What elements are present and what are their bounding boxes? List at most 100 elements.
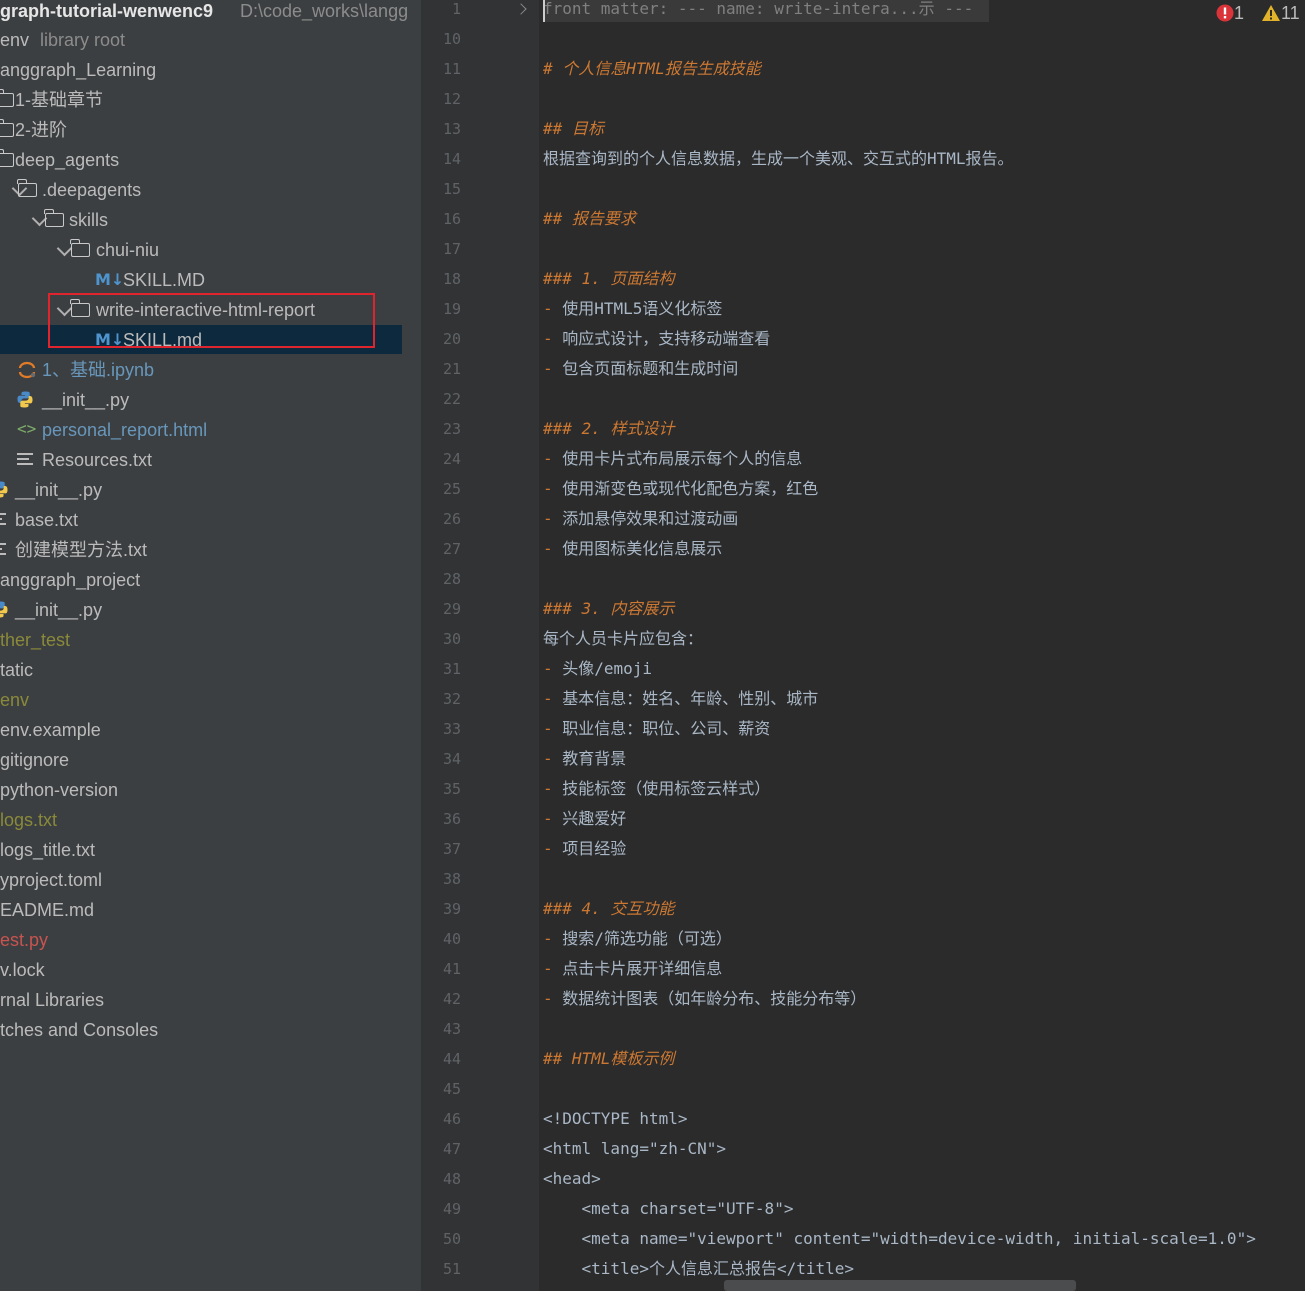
horizontal-scrollbar[interactable]	[724, 1280, 1076, 1291]
code-line[interactable]: <meta charset="UTF-8">	[543, 1194, 794, 1224]
code-line[interactable]: - 使用渐变色或现代化配色方案，红色	[543, 474, 818, 504]
line-number: 36	[442, 810, 461, 828]
tree-item[interactable]: env library root	[0, 25, 421, 55]
code-line[interactable]: <!DOCTYPE html>	[543, 1104, 688, 1134]
tree-item[interactable]: env.example	[0, 715, 421, 745]
code-text: <meta charset="UTF-8">	[543, 1199, 794, 1218]
code-text: 项目经验	[562, 839, 627, 858]
tree-item[interactable]: 2-进阶	[0, 115, 421, 145]
list-bullet: -	[543, 479, 563, 498]
list-bullet: -	[543, 749, 563, 768]
tree-item[interactable]: rnal Libraries	[0, 985, 421, 1015]
code-line[interactable]: - 使用卡片式布局展示每个人的信息	[543, 444, 802, 474]
list-bullet: -	[543, 779, 563, 798]
code-text: 技能标签（使用标签云样式）	[562, 779, 771, 798]
tree-item[interactable]: logs.txt	[0, 805, 421, 835]
warning-indicator[interactable]: 11	[1261, 3, 1300, 24]
tree-item[interactable]: gitignore	[0, 745, 421, 775]
line-number: 12	[442, 90, 461, 108]
code-line[interactable]: - 教育背景	[543, 744, 626, 774]
tree-item[interactable]: deep_agents	[0, 145, 421, 175]
tree-item[interactable]: EADME.md	[0, 895, 421, 925]
tree-item[interactable]: anggraph_Learning	[0, 55, 421, 85]
code-line[interactable]: ### 1. 页面结构	[543, 264, 674, 294]
project-root-row[interactable]: graph-tutorial-wenwenc9 D:\code_works\la…	[0, 0, 421, 26]
code-line[interactable]: - 添加悬停效果和过渡动画	[543, 504, 738, 534]
code-line[interactable]: - 使用HTML5语义化标签	[543, 294, 722, 324]
tree-item[interactable]: .deepagents	[0, 175, 421, 205]
code-line[interactable]: <meta name="viewport" content="width=dev…	[543, 1224, 1256, 1254]
tree-item[interactable]: env	[0, 685, 421, 715]
line-number: 43	[442, 1020, 461, 1038]
code-line[interactable]: - 基本信息：姓名、年龄、性别、城市	[543, 684, 818, 714]
tree-item[interactable]: est.py	[0, 925, 421, 955]
tree-item[interactable]: chui-niu	[0, 235, 421, 265]
markdown-heading: ## HTML模板示例	[543, 1049, 675, 1068]
list-bullet: -	[543, 689, 563, 708]
code-line[interactable]: 每个人员卡片应包含：	[543, 624, 703, 654]
tree-item-label: v.lock	[0, 960, 45, 980]
list-bullet: -	[543, 989, 563, 1008]
tree-item-label: 2-进阶	[15, 120, 68, 140]
code-line[interactable]: 根据查询到的个人信息数据，生成一个美观、交互式的HTML报告。	[543, 144, 1014, 174]
code-line[interactable]: - 搜索/筛选功能（可选）	[543, 924, 732, 954]
tree-item[interactable]: anggraph_project	[0, 565, 421, 595]
tree-item[interactable]: tatic	[0, 655, 421, 685]
code-line[interactable]: - 项目经验	[543, 834, 626, 864]
code-line[interactable]: ## 目标	[543, 114, 604, 144]
code-line[interactable]: front matter: --- name: write-intera...示…	[543, 0, 973, 24]
code-line[interactable]: - 包含页面标题和生成时间	[543, 354, 738, 384]
tree-item[interactable]: skills	[0, 205, 421, 235]
tree-item[interactable]: python-version	[0, 775, 421, 805]
project-tree-panel[interactable]: graph-tutorial-wenwenc9 D:\code_works\la…	[0, 0, 421, 1291]
tree-item[interactable]: base.txt	[0, 505, 421, 535]
tree-item[interactable]: logs_title.txt	[0, 835, 421, 865]
tree-item[interactable]: 创建模型方法.txt	[0, 535, 421, 565]
code-line[interactable]: - 职业信息：职位、公司、薪资	[543, 714, 770, 744]
tree-item-label: ther_test	[0, 630, 71, 650]
code-line[interactable]: - 使用图标美化信息展示	[543, 534, 722, 564]
line-number: 28	[442, 570, 461, 588]
tree-item[interactable]: __init__.py	[0, 475, 421, 505]
folder-icon	[17, 179, 37, 197]
code-line[interactable]: ## 报告要求	[543, 204, 636, 234]
code-line[interactable]: # 个人信息HTML报告生成技能	[543, 54, 761, 84]
code-line[interactable]: ### 4. 交互功能	[543, 894, 674, 924]
markdown-heading: ## 报告要求	[543, 209, 636, 228]
code-text: front matter: --- name: write-intera...示…	[543, 0, 974, 18]
tree-item[interactable]: M↓ SKILL.MD	[0, 265, 421, 295]
tree-item[interactable]: __init__.py	[0, 385, 421, 415]
line-number: 32	[442, 690, 461, 708]
tree-item[interactable]: ther_test	[0, 625, 421, 655]
code-line[interactable]: - 点击卡片展开详细信息	[543, 954, 722, 984]
tree-item-label: personal_report.html	[42, 420, 208, 440]
tree-item[interactable]: tches and Consoles	[0, 1015, 421, 1045]
text-cursor	[543, 0, 545, 22]
code-line[interactable]: - 技能标签（使用标签云样式）	[543, 774, 770, 804]
code-line[interactable]: ### 2. 样式设计	[543, 414, 674, 444]
tree-item-label: 1、基础.ipynb	[42, 360, 155, 380]
code-line[interactable]: - 头像/emoji	[543, 654, 652, 684]
project-root-name: graph-tutorial-wenwenc9	[0, 1, 214, 21]
tree-item-label: __init__.py	[42, 390, 130, 410]
code-line[interactable]: ## HTML模板示例	[543, 1044, 674, 1074]
tree-item[interactable]: <> personal_report.html	[0, 415, 421, 445]
tree-item[interactable]: v.lock	[0, 955, 421, 985]
markdown-heading: ### 3. 内容展示	[543, 599, 675, 618]
tree-item[interactable]: __init__.py	[0, 595, 421, 625]
list-bullet: -	[543, 929, 563, 948]
tree-item-label: est.py	[0, 930, 49, 950]
code-line[interactable]: <head>	[543, 1164, 601, 1194]
tree-item[interactable]: Resources.txt	[0, 445, 421, 475]
tree-item[interactable]: 1、基础.ipynb	[0, 355, 421, 385]
tree-item[interactable]: 1-基础章节	[0, 85, 421, 115]
code-line[interactable]: - 数据统计图表（如年龄分布、技能分布等）	[543, 984, 866, 1014]
code-line[interactable]: ### 3. 内容展示	[543, 594, 674, 624]
line-number: 30	[442, 630, 461, 648]
error-indicator[interactable]: 1	[1216, 3, 1244, 24]
code-line[interactable]: - 响应式设计，支持移动端查看	[543, 324, 770, 354]
code-line[interactable]: - 兴趣爱好	[543, 804, 626, 834]
list-bullet: -	[543, 329, 563, 348]
tree-item[interactable]: yproject.toml	[0, 865, 421, 895]
code-line[interactable]: <html lang="zh-CN">	[543, 1134, 726, 1164]
